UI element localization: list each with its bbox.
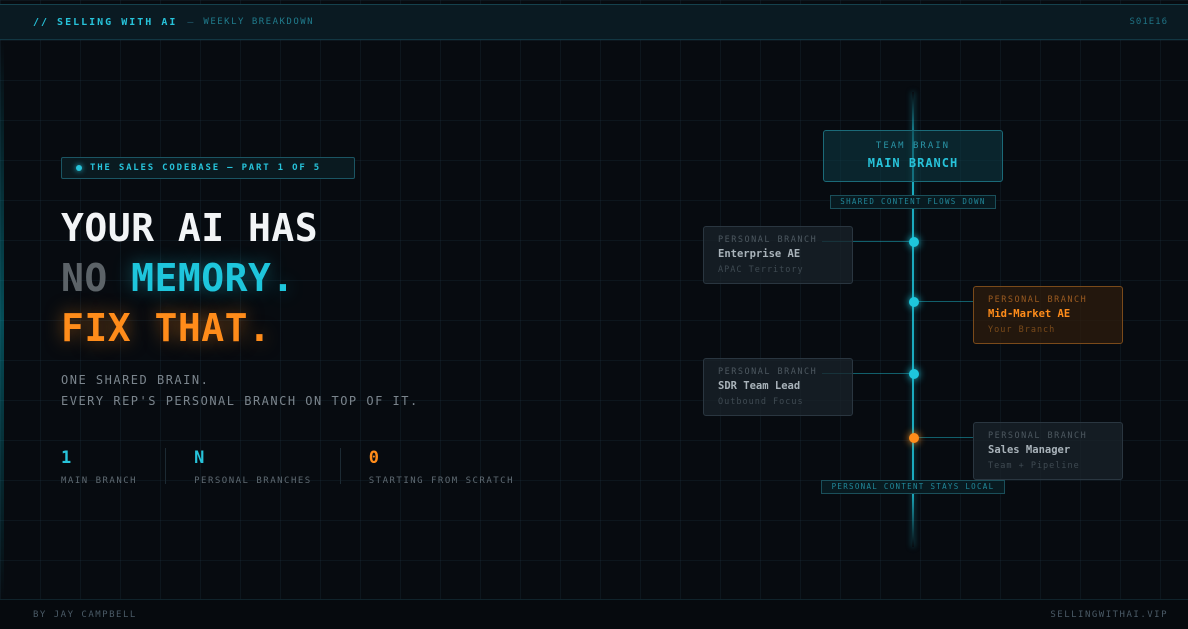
stats-row: 1 MAIN BRANCH N PERSONAL BRANCHES 0 STAR… (61, 448, 570, 486)
stat-label: MAIN BRANCH (61, 476, 138, 486)
branch-kicker: PERSONAL BRANCH (988, 431, 1088, 441)
branch-detail: APAC Territory (718, 265, 804, 275)
headline-no: NO (61, 256, 108, 300)
subtext-line-1: ONE SHARED BRAIN. (61, 373, 210, 387)
header-separator: — (187, 16, 194, 28)
branch-kicker: PERSONAL BRANCH (988, 295, 1088, 305)
branch-card-enterprise-ae: PERSONAL BRANCH Enterprise AE APAC Terri… (703, 226, 853, 284)
stat-starting-from-scratch: 0 STARTING FROM SCRATCH (368, 448, 542, 486)
series-tag-label: THE SALES CODEBASE — PART 1 OF 5 (90, 163, 321, 173)
flow-label-shared: SHARED CONTENT FLOWS DOWN (830, 195, 996, 209)
branch-card-sales-manager: PERSONAL BRANCH Sales Manager Team + Pip… (973, 422, 1123, 480)
main-branch-kicker: TEAM BRAIN (875, 141, 951, 151)
connector-line (914, 437, 974, 438)
headline-line-1: YOUR AI HAS (61, 206, 319, 250)
branch-name: Sales Manager (988, 444, 1071, 456)
headline: YOUR AI HAS NO MEMORY. FIX THAT. (61, 203, 318, 353)
tag-dot-icon (76, 165, 82, 171)
stat-personal-branches: N PERSONAL BRANCHES (194, 448, 341, 486)
episode-code: S01E16 (1129, 17, 1168, 27)
header-subtitle: WEEKLY BREAKDOWN (203, 17, 315, 27)
footer: BY JAY CAMPBELL SELLINGWITHAI.VIP (0, 599, 1188, 629)
headline-memory-dot: . (271, 256, 295, 300)
branch-name: SDR Team Lead (718, 380, 801, 392)
headline-line-3: FIX THAT. (61, 303, 318, 353)
stat-label: PERSONAL BRANCHES (194, 476, 312, 486)
main-branch-box: TEAM BRAIN MAIN BRANCH (823, 130, 1003, 182)
brand-title: // SELLING WITH AI (33, 16, 178, 28)
headline-memory: MEMORY (131, 256, 272, 300)
branch-card-mid-market-ae: PERSONAL BRANCH Mid-Market AE Your Branc… (973, 286, 1123, 344)
branch-node (909, 297, 919, 307)
branch-name: Enterprise AE (718, 248, 801, 260)
branch-node-active (909, 433, 919, 443)
branch-kicker: PERSONAL BRANCH (718, 235, 818, 245)
top-bar: // SELLING WITH AI — WEEKLY BREAKDOWN S0… (0, 4, 1188, 40)
stat-value: 1 (61, 448, 72, 468)
stat-value: 0 (368, 448, 379, 468)
branch-detail: Team + Pipeline (988, 461, 1080, 471)
branch-node (909, 369, 919, 379)
headline-line-2: NO MEMORY. (61, 253, 318, 303)
footer-site: SELLINGWITHAI.VIP (1050, 609, 1168, 620)
connector-line (914, 301, 974, 302)
footer-author: BY JAY CAMPBELL (33, 609, 137, 620)
headline-fix-that: FIX THAT (61, 306, 249, 350)
branch-detail: Your Branch (988, 325, 1056, 335)
branch-node (909, 237, 919, 247)
subtext-line-2: EVERY REP'S PERSONAL BRANCH ON TOP OF IT… (61, 394, 419, 408)
subtext: ONE SHARED BRAIN. EVERY REP'S PERSONAL B… (61, 370, 419, 412)
main-branch-name: MAIN BRANCH (867, 156, 959, 170)
series-tag: THE SALES CODEBASE — PART 1 OF 5 (61, 157, 355, 179)
branch-name: Mid-Market AE (988, 308, 1071, 320)
branch-kicker: PERSONAL BRANCH (718, 367, 818, 377)
stat-value: N (194, 448, 205, 468)
flow-label-local: PERSONAL CONTENT STAYS LOCAL (821, 480, 1005, 494)
headline-fix-dot: . (248, 306, 272, 350)
branch-card-sdr-team-lead: PERSONAL BRANCH SDR Team Lead Outbound F… (703, 358, 853, 416)
left-edge-glow (0, 40, 4, 599)
stat-label: STARTING FROM SCRATCH (368, 476, 515, 486)
stat-main-branch: 1 MAIN BRANCH (61, 448, 167, 486)
branch-detail: Outbound Focus (718, 397, 804, 407)
